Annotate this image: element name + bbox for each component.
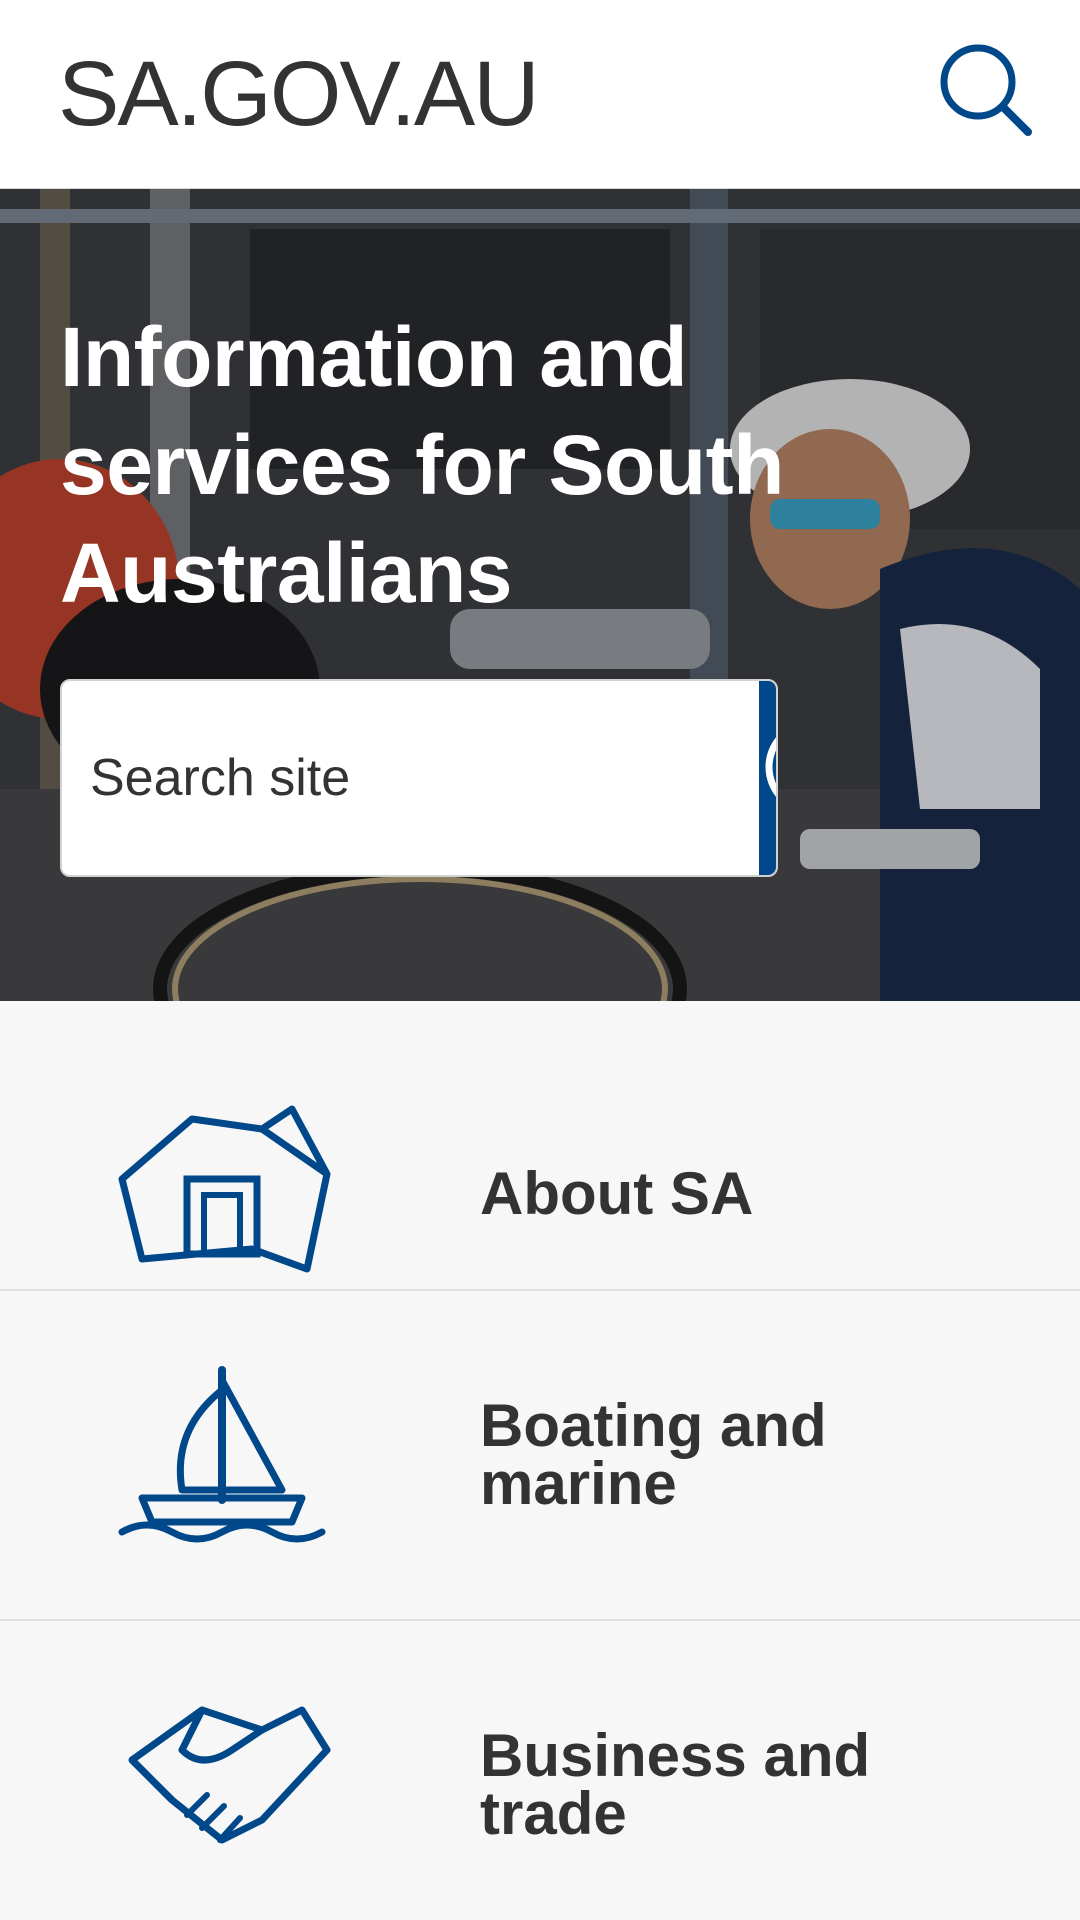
- list-item-label: About SA: [480, 1160, 754, 1227]
- list-item-label: Boating and marine: [480, 1392, 827, 1517]
- list-item-business-and-trade[interactable]: Business and trade: [0, 1621, 1080, 1920]
- header-search-button[interactable]: [936, 40, 1036, 140]
- search-input[interactable]: [62, 681, 759, 875]
- search-icon: [765, 737, 776, 797]
- site-logo[interactable]: SA.GOV.AU: [58, 44, 540, 144]
- house-icon: [112, 1099, 342, 1289]
- site-header: SA.GOV.AU: [0, 0, 1080, 189]
- handshake-icon: [112, 1690, 342, 1880]
- site-search-form: [60, 679, 778, 877]
- search-icon: [940, 44, 1032, 136]
- search-submit-button[interactable]: [759, 681, 776, 875]
- hero-heading: Information and services for South Austr…: [60, 310, 784, 620]
- category-list: About SA Boating and marine Business and…: [0, 1001, 1080, 1920]
- hero-banner: Information and services for South Austr…: [0, 189, 1080, 1001]
- list-item-label: Business and trade: [480, 1722, 871, 1847]
- sailboat-icon: [112, 1360, 342, 1550]
- list-item-about-sa[interactable]: About SA: [0, 1001, 1080, 1291]
- list-item-boating-and-marine[interactable]: Boating and marine: [0, 1291, 1080, 1621]
